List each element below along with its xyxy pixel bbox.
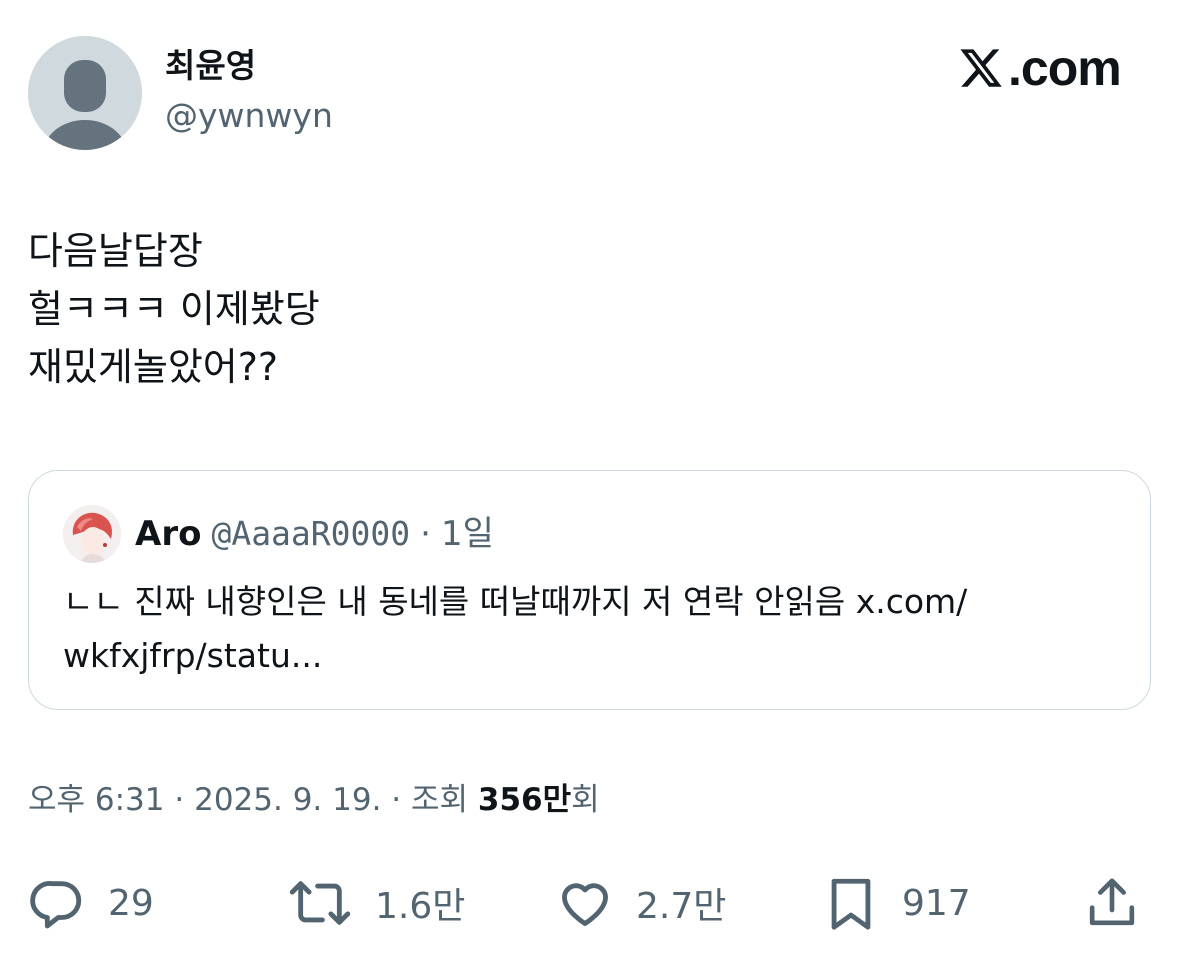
quote-header: Aro @AaaaR0000 · 1일 [135, 511, 494, 557]
quote-timestamp[interactable]: 1일 [441, 511, 494, 557]
default-avatar-icon [28, 36, 142, 150]
separator-dot: · [391, 782, 402, 818]
reply-button[interactable]: 29 [28, 868, 154, 938]
x-logo-icon [960, 49, 1002, 87]
views-label: 조회 [411, 782, 469, 818]
quote-author-avatar[interactable] [63, 505, 121, 563]
bookmark-count: 917 [902, 882, 971, 924]
like-button[interactable]: 2.7만 [556, 868, 726, 938]
retweet-icon [289, 881, 351, 925]
quoted-tweet-card[interactable]: Aro @AaaaR0000 · 1일 ㄴㄴ 진짜 내향인은 내 동네를 떠날때… [28, 470, 1151, 710]
tweet-text: 다음날답장 헐ㅋㅋㅋ 이제봤당 재밌게놀았어?? [28, 222, 320, 396]
separator-dot: · [420, 514, 431, 554]
tweet-line: 재밌게놀았어?? [28, 345, 279, 389]
quote-author-name[interactable]: Aro [135, 511, 201, 557]
like-icon [562, 883, 608, 926]
like-count: 2.7만 [636, 886, 727, 927]
author-handle[interactable]: @ywnwyn [165, 96, 333, 136]
action-bar: 29 1.6만 2.7만 917 [0, 868, 1179, 938]
quote-text-line: ㄴㄴ 진짜 내향인은 내 동네를 떠날때까지 저 연락 안읽음 x.com/ [63, 582, 968, 621]
author-display-name[interactable]: 최윤영 [165, 46, 256, 86]
views-count: 356만 [477, 782, 572, 818]
author-avatar[interactable] [28, 36, 142, 150]
tweet-line: 다음날답장 [28, 229, 203, 273]
bookmark-button[interactable]: 917 [822, 868, 971, 938]
tweet-line: 헐ㅋㅋㅋ 이제봤당 [28, 287, 320, 331]
site-logo: .com [958, 40, 1122, 96]
bookmark-icon [831, 878, 871, 930]
quote-text: ㄴㄴ 진짜 내향인은 내 동네를 떠날때까지 저 연락 안읽음 x.com/ w… [63, 575, 1123, 683]
views-suffix: 회 [571, 782, 600, 818]
share-button[interactable] [1084, 868, 1140, 938]
avatar-illustration-icon [63, 505, 121, 563]
retweet-count: 1.6만 [375, 886, 466, 927]
tweet-time[interactable]: 오후 6:31 [28, 782, 165, 818]
separator-dot: · [174, 782, 185, 818]
tweet-date[interactable]: 2025. 9. 19. [194, 782, 381, 818]
quote-author-handle[interactable]: @AaaaR0000 [211, 511, 410, 557]
retweet-button[interactable]: 1.6만 [287, 868, 465, 938]
site-logo-text: .com [1008, 40, 1122, 96]
reply-count: 29 [108, 882, 154, 924]
quote-text-line: wkfxjfrp/statu... [63, 636, 323, 675]
tweet-meta: 오후 6:31 · 2025. 9. 19. · 조회 356만회 [28, 778, 600, 822]
reply-icon [30, 881, 82, 929]
tweet-screenshot: 최윤영 @ywnwyn .com 다음날답장 헐ㅋㅋㅋ 이제봤당 재밌게놀았어?… [0, 0, 1179, 969]
share-icon [1089, 878, 1135, 926]
